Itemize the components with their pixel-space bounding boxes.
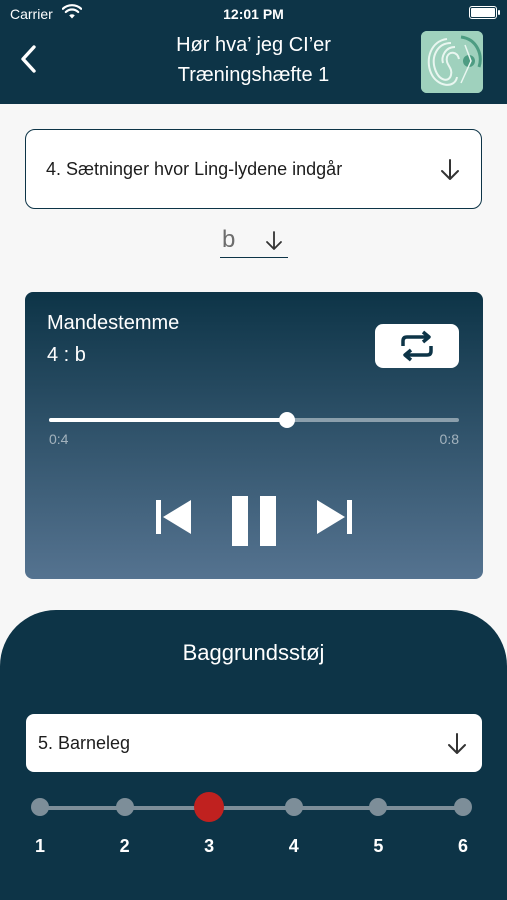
noise-level-label: 6 bbox=[457, 836, 468, 856]
battery-icon bbox=[469, 6, 500, 19]
noise-level-dot[interactable] bbox=[194, 792, 225, 822]
skip-next-icon[interactable] bbox=[315, 497, 355, 537]
page-title: Hør hva’ jeg CI’er Træningshæfte 1 bbox=[80, 30, 427, 90]
noise-select[interactable]: 5. Barneleg bbox=[26, 714, 482, 772]
exercise-select-value: 4. Sætninger hvor Ling-lydene indgår bbox=[46, 159, 343, 179]
noise-level-slider[interactable] bbox=[31, 792, 472, 822]
noise-level-dot[interactable] bbox=[454, 798, 472, 816]
noise-level-label: 1 bbox=[34, 836, 45, 856]
noise-level-label: 3 bbox=[204, 836, 215, 856]
arrow-down-icon bbox=[266, 231, 282, 250]
noise-level-dot[interactable] bbox=[31, 798, 49, 816]
time-start: 0:4 bbox=[49, 431, 69, 447]
exercise-select[interactable]: 4. Sætninger hvor Ling-lydene indgår bbox=[25, 129, 482, 209]
time-end: 0:8 bbox=[439, 431, 459, 447]
progress-slider[interactable] bbox=[49, 412, 459, 428]
letter-select[interactable]: b bbox=[220, 222, 288, 258]
noise-level-label: 4 bbox=[288, 836, 299, 856]
background-noise-panel: Baggrundsstøj 5. Barneleg 1 2 3 4 5 6 bbox=[0, 610, 507, 900]
title-line-1: Hør hva’ jeg CI’er bbox=[176, 34, 331, 56]
repeat-icon bbox=[401, 330, 433, 362]
app-header: Carrier 12:01 PM Hør hva’ jeg CI’er Træn… bbox=[0, 0, 507, 104]
arrow-down-icon bbox=[441, 159, 459, 180]
repeat-button[interactable] bbox=[375, 324, 459, 368]
track-label: 4 : b bbox=[47, 344, 86, 366]
progress-fill bbox=[49, 418, 287, 422]
noise-level-label: 2 bbox=[119, 836, 130, 856]
background-noise-heading: Baggrundsstøj bbox=[182, 640, 325, 665]
ear-logo bbox=[421, 31, 483, 93]
noise-level-dot[interactable] bbox=[115, 798, 134, 816]
noise-select-value: 5. Barneleg bbox=[38, 733, 131, 753]
pause-icon[interactable] bbox=[230, 494, 278, 548]
noise-level-dot[interactable] bbox=[369, 798, 388, 816]
title-line-2: Træningshæfte 1 bbox=[177, 64, 330, 86]
noise-level-label: 5 bbox=[373, 836, 384, 856]
status-bar: Carrier 12:01 PM bbox=[0, 0, 507, 28]
progress-knob[interactable] bbox=[278, 412, 295, 428]
audio-player: Mandestemme 4 : b 0:4 0:8 bbox=[25, 292, 483, 579]
letter-select-value: b bbox=[222, 226, 236, 253]
voice-label: Mandestemme bbox=[47, 312, 180, 334]
status-time: 12:01 PM bbox=[223, 6, 284, 22]
skip-previous-icon[interactable] bbox=[153, 497, 193, 537]
chevron-left-icon[interactable] bbox=[14, 42, 44, 76]
noise-level-dot[interactable] bbox=[284, 798, 303, 816]
arrow-down-icon bbox=[448, 733, 466, 754]
